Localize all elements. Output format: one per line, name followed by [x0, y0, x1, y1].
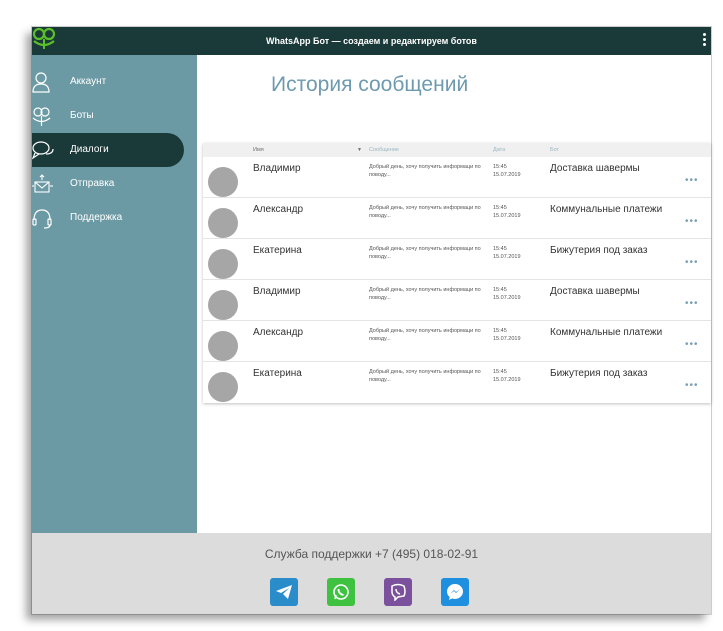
row-name: Екатерина: [253, 245, 302, 256]
sidebar-item-account[interactable]: Аккаунт: [32, 65, 192, 99]
table-row[interactable]: Александр Добрый день, хочу получить инф…: [203, 321, 711, 362]
sort-down-icon[interactable]: ▼: [357, 147, 362, 153]
whatsapp-icon: [333, 584, 349, 600]
more-options-icon[interactable]: •••: [685, 298, 699, 309]
messenger-icon: [447, 584, 463, 600]
row-date-value: 15.07.2019: [493, 377, 521, 383]
sidebar-item-support[interactable]: Поддержка: [32, 201, 192, 235]
row-name: Владимир: [253, 163, 301, 174]
row-message: Добрый день, хочу получить информаци по …: [369, 164, 481, 178]
table-row[interactable]: Владимир Добрый день, хочу получить инфо…: [203, 157, 711, 198]
sidebar-item-send[interactable]: Отправка: [32, 167, 192, 201]
table-row[interactable]: Екатерина Добрый день, хочу получить инф…: [203, 362, 711, 402]
avatar: [208, 249, 238, 279]
row-bot: Доставка шавермы: [550, 163, 640, 174]
more-menu-icon[interactable]: [701, 32, 707, 50]
sidebar: Аккаунт Боты Диалоги Отправка Поддержка: [31, 55, 197, 533]
more-options-icon[interactable]: •••: [685, 175, 699, 186]
avatar: [208, 331, 238, 361]
row-time: 15:45: [493, 246, 507, 252]
row-time: 15:45: [493, 369, 507, 375]
chat-icon: [31, 140, 54, 162]
sidebar-item-label: Диалоги: [70, 144, 109, 155]
footer: Служба поддержки +7 (495) 018-02-91: [32, 533, 711, 614]
main-content: История сообщений Имя ▼ Сообщение Дата Б…: [197, 55, 711, 533]
sidebar-item-label: Отправка: [70, 178, 115, 189]
top-bar: WhatsApp Бот — создаем и редактируем бот…: [32, 27, 711, 55]
row-date-value: 15.07.2019: [493, 336, 521, 342]
row-message: Добрый день, хочу получить информаци по …: [369, 328, 481, 342]
row-date: 15:45 15.07.2019: [493, 286, 521, 302]
column-header-name[interactable]: Имя ▼: [253, 147, 362, 153]
table-row[interactable]: Александр Добрый день, хочу получить инф…: [203, 198, 711, 239]
send-mail-icon: [32, 174, 54, 196]
table-row[interactable]: Екатерина Добрый день, хочу получить инф…: [203, 239, 711, 280]
avatar: [208, 290, 238, 320]
row-name: Александр: [253, 327, 304, 338]
row-date: 15:45 15.07.2019: [493, 368, 521, 384]
table-header: Имя ▼ Сообщение Дата Бот: [203, 143, 711, 157]
row-date-value: 15.07.2019: [493, 213, 521, 219]
column-header-bot[interactable]: Бот: [550, 147, 559, 153]
column-header-label: Имя: [253, 147, 264, 153]
viber-button[interactable]: [384, 578, 412, 606]
app-title: WhatsApp Бот — создаем и редактируем бот…: [266, 36, 477, 46]
table-row[interactable]: Владимир Добрый день, хочу получить инфо…: [203, 280, 711, 321]
row-date: 15:45 15.07.2019: [493, 204, 521, 220]
row-message: Добрый день, хочу получить информаци по …: [369, 246, 481, 260]
sidebar-item-bots[interactable]: Боты: [32, 99, 192, 133]
row-time: 15:45: [493, 164, 507, 170]
social-links: [270, 578, 490, 606]
row-date-value: 15.07.2019: [493, 254, 521, 260]
messages-table: Имя ▼ Сообщение Дата Бот Владимир Добрый…: [203, 143, 711, 403]
sidebar-item-label: Аккаунт: [70, 76, 107, 87]
column-header-date[interactable]: Дата: [493, 147, 505, 153]
row-bot: Бижутерия под заказ: [550, 368, 648, 379]
telegram-icon: [276, 585, 292, 599]
row-time: 15:45: [493, 328, 507, 334]
row-date: 15:45 15.07.2019: [493, 245, 521, 261]
column-header-message[interactable]: Сообщение: [369, 147, 399, 153]
user-icon: [32, 72, 54, 94]
avatar: [208, 167, 238, 197]
sidebar-item-dialogs[interactable]: Диалоги: [31, 133, 184, 167]
more-options-icon[interactable]: •••: [685, 339, 699, 350]
row-name: Александр: [253, 204, 304, 215]
more-options-icon[interactable]: •••: [685, 380, 699, 391]
more-options-icon[interactable]: •••: [685, 216, 699, 227]
more-options-icon[interactable]: •••: [685, 257, 699, 268]
sidebar-item-label: Боты: [70, 110, 94, 121]
row-message: Добрый день, хочу получить информаци по …: [369, 205, 481, 219]
row-message: Добрый день, хочу получить информаци по …: [369, 287, 481, 301]
row-bot: Доставка шавермы: [550, 286, 640, 297]
whatsapp-button[interactable]: [327, 578, 355, 606]
row-time: 15:45: [493, 205, 507, 211]
support-phone[interactable]: Служба поддержки +7 (495) 018-02-91: [32, 547, 711, 561]
bot-icon: [32, 106, 54, 128]
avatar: [208, 208, 238, 238]
telegram-button[interactable]: [270, 578, 298, 606]
row-date: 15:45 15.07.2019: [493, 327, 521, 343]
app-window: WhatsApp Бот — создаем и редактируем бот…: [31, 27, 711, 614]
row-bot: Бижутерия под заказ: [550, 245, 648, 256]
row-date-value: 15.07.2019: [493, 295, 521, 301]
row-bot: Коммунальные платежи: [550, 327, 663, 338]
avatar: [208, 372, 238, 402]
page-title: История сообщений: [271, 73, 469, 96]
headset-icon: [32, 208, 54, 230]
viber-icon: [391, 583, 406, 601]
messenger-button[interactable]: [441, 578, 469, 606]
sidebar-item-label: Поддержка: [70, 212, 123, 223]
row-date: 15:45 15.07.2019: [493, 163, 521, 179]
row-time: 15:45: [493, 287, 507, 293]
row-message: Добрый день, хочу получить информаци по …: [369, 369, 481, 383]
row-name: Екатерина: [253, 368, 302, 379]
row-bot: Коммунальные платежи: [550, 204, 663, 215]
row-date-value: 15.07.2019: [493, 172, 521, 178]
row-name: Владимир: [253, 286, 301, 297]
